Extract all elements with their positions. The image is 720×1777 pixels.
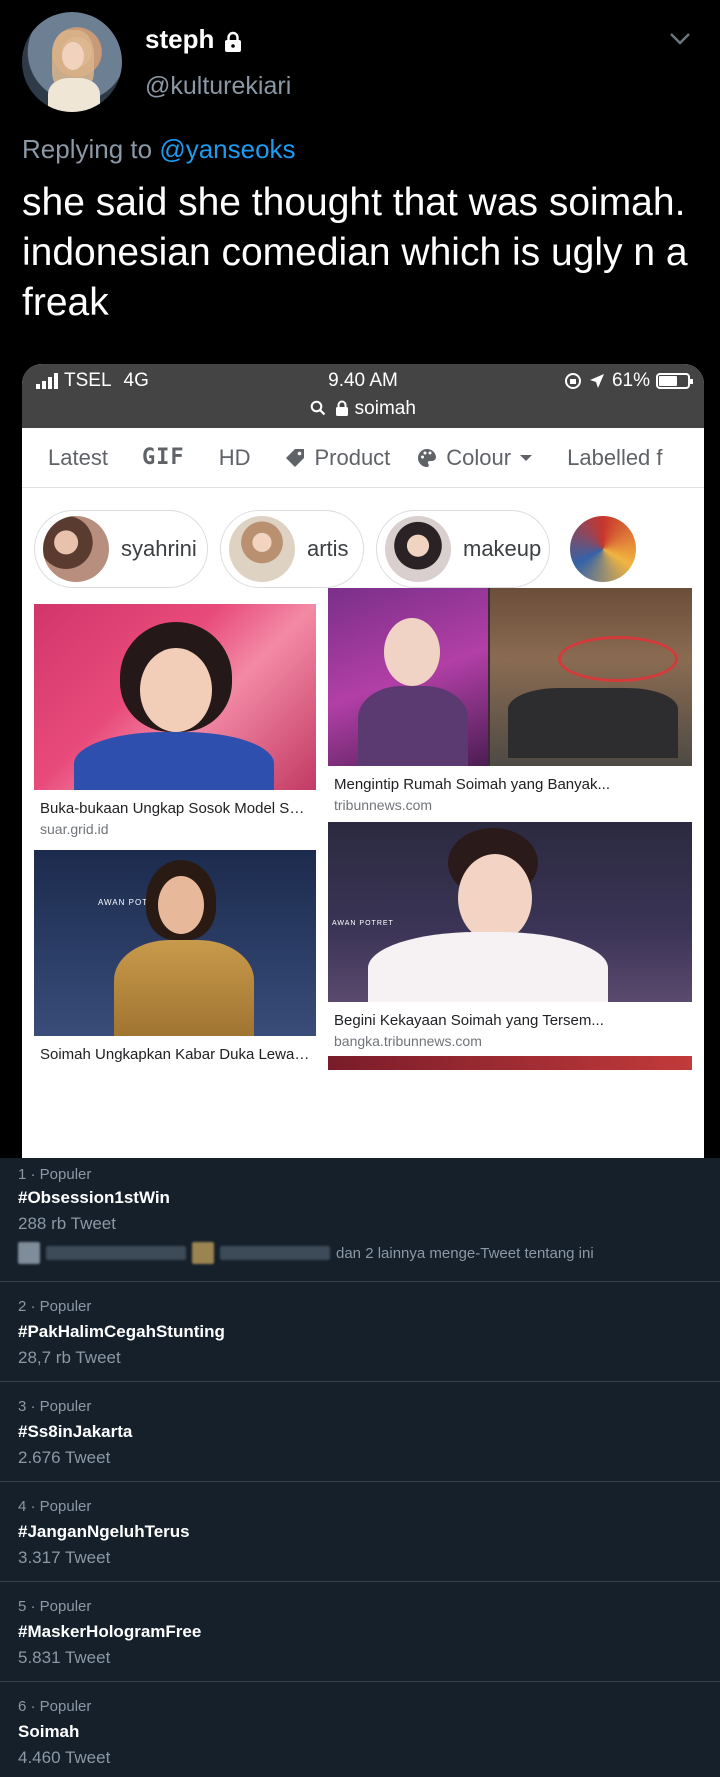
lock-icon	[222, 29, 244, 52]
chip-syahrini[interactable]: syahrini	[34, 510, 208, 588]
battery-percent: 61%	[611, 370, 650, 391]
trend-meta: 3 · Populer	[18, 1398, 92, 1415]
search-icon	[310, 400, 326, 416]
trend-item[interactable]: 6 · Populer Soimah 4.460 Tweet	[0, 1682, 720, 1777]
display-name[interactable]: steph	[145, 24, 244, 55]
result-caption: Begini Kekayaan Soimah yang Tersem...	[334, 1012, 604, 1029]
result-source: bangka.tribunnews.com	[334, 1033, 482, 1049]
display-name-text[interactable]: steph	[145, 24, 214, 55]
filter-product-label: Product	[314, 444, 391, 470]
chip-label: syahrini	[121, 536, 197, 561]
image-result[interactable]: Mengintip Rumah Soimah yang Banyak... tr…	[328, 588, 692, 813]
result-image	[34, 604, 316, 790]
caret-down-icon	[520, 454, 533, 461]
trend-context: dan 2 lainnya menge-Tweet tentang ini	[18, 1242, 594, 1264]
attached-screenshot[interactable]: TSEL 4G 9.40 AM 61% soimah Latest GIF HD	[22, 364, 704, 1158]
result-caption: Buka-bukaan Ungkap Sosok Model Sek...	[40, 800, 316, 817]
chip-thumbnail	[570, 516, 636, 582]
result-caption: Soimah Ungkapkan Kabar Duka Lewat ...	[40, 1046, 316, 1063]
tag-icon	[286, 448, 305, 467]
trend-count: 288 rb Tweet	[18, 1214, 116, 1233]
trend-count: 2.676 Tweet	[18, 1448, 111, 1467]
trend-title[interactable]: #JanganNgeluhTerus	[18, 1522, 190, 1542]
trend-title[interactable]: #Obsession1stWin	[18, 1188, 170, 1208]
blurred-name	[220, 1246, 330, 1260]
trend-title[interactable]: #MaskerHologramFree	[18, 1622, 201, 1642]
chip-label: artis	[307, 536, 349, 561]
image-result[interactable]: Buka-bukaan Ungkap Sosok Model Sek... su…	[34, 604, 316, 837]
filter-gif[interactable]: GIF	[108, 445, 185, 470]
trend-meta: 4 · Populer	[18, 1498, 92, 1515]
trend-title[interactable]: #PakHalimCegahStunting	[18, 1322, 225, 1342]
trend-count: 28,7 rb Tweet	[18, 1348, 121, 1367]
trend-title[interactable]: #Ss8inJakarta	[18, 1422, 132, 1442]
image-results-grid: Buka-bukaan Ungkap Sosok Model Sek... su…	[22, 588, 704, 1158]
chevron-down-icon[interactable]	[668, 30, 692, 48]
trend-item[interactable]: 4 · Populer #JanganNgeluhTerus 3.317 Twe…	[0, 1482, 720, 1582]
filter-colour-label: Colour	[446, 444, 512, 470]
watermark-text: AWAN POTRET	[332, 920, 394, 927]
trend-item[interactable]: 3 · Populer #Ss8inJakarta 2.676 Tweet	[0, 1382, 720, 1482]
palette-icon	[418, 448, 437, 467]
phone-status-bar: TSEL 4G 9.40 AM 61% soimah	[22, 364, 704, 428]
trend-count: 4.460 Tweet	[18, 1748, 111, 1767]
result-caption: Mengintip Rumah Soimah yang Banyak...	[334, 776, 610, 793]
result-image	[328, 588, 692, 766]
image-result-partial[interactable]	[328, 1056, 692, 1070]
trend-count: 3.317 Tweet	[18, 1548, 111, 1567]
chip-makeup[interactable]: makeup	[376, 510, 550, 588]
trends-list: 1 · Populer #Obsession1stWin 288 rb Twee…	[0, 1158, 720, 1777]
trend-count: 5.831 Tweet	[18, 1648, 111, 1667]
trend-meta: 5 · Populer	[18, 1598, 92, 1615]
replying-to-line: Replying to @yanseoks	[22, 134, 296, 165]
chip-thumbnail	[385, 516, 451, 582]
trend-meta: 1 · Populer	[18, 1166, 92, 1183]
rotation-lock-icon	[564, 373, 581, 389]
trend-title[interactable]: Soimah	[18, 1722, 79, 1742]
trend-item[interactable]: 5 · Populer #MaskerHologramFree 5.831 Tw…	[0, 1582, 720, 1682]
chip-label: makeup	[463, 536, 542, 561]
result-source: suar.grid.id	[40, 821, 109, 837]
blurred-avatar	[192, 1242, 214, 1264]
filter-hd[interactable]: HD	[185, 445, 251, 471]
user-handle[interactable]: @kulturekiari	[145, 72, 291, 101]
filter-latest[interactable]: Latest	[22, 445, 108, 471]
trend-item[interactable]: 2 · Populer #PakHalimCegahStunting 28,7 …	[0, 1282, 720, 1382]
trend-context-text: dan 2 lainnya menge-Tweet tentang ini	[336, 1244, 594, 1262]
url-bar[interactable]: soimah	[22, 398, 704, 420]
tweet-text: she said she thought that was soimah. in…	[22, 181, 688, 324]
avatar[interactable]	[22, 12, 122, 112]
chip-thumbnail	[43, 516, 109, 582]
chip-artis[interactable]: artis	[220, 510, 364, 588]
location-arrow-icon	[589, 374, 604, 388]
result-image: AWAN POTRET	[328, 822, 692, 1002]
chip-more[interactable]	[562, 510, 704, 588]
related-search-chips: syahrini artis makeup	[22, 488, 704, 588]
trend-meta: 2 · Populer	[18, 1298, 92, 1315]
tweet: steph @kulturekiari Replying to @yanseok…	[0, 0, 720, 1158]
battery-icon	[656, 373, 693, 389]
result-source: tribunnews.com	[334, 797, 433, 813]
replying-to-prefix: Replying to	[22, 134, 160, 164]
filter-product[interactable]: Product	[250, 445, 390, 471]
url-text: soimah	[354, 398, 416, 419]
filter-colour[interactable]: Colour	[390, 445, 533, 471]
replying-to-mention[interactable]: @yanseoks	[159, 134, 295, 164]
image-result[interactable]: AWAN POTRET Begini Kekayaan Soimah yang …	[328, 822, 692, 1049]
filter-labelled[interactable]: Labelled f	[533, 445, 662, 471]
trend-meta: 6 · Populer	[18, 1698, 92, 1715]
trend-item[interactable]: 1 · Populer #Obsession1stWin 288 rb Twee…	[0, 1158, 720, 1282]
image-result[interactable]: AWAN POTRET Soimah Ungkapkan Kabar Duka …	[34, 850, 316, 1080]
search-filter-bar: Latest GIF HD Product Colour Labelled f	[22, 428, 704, 488]
chip-thumbnail	[229, 516, 295, 582]
lock-icon	[336, 400, 349, 416]
result-image: AWAN POTRET	[34, 850, 316, 1036]
blurred-avatar	[18, 1242, 40, 1264]
blurred-name	[46, 1246, 186, 1260]
